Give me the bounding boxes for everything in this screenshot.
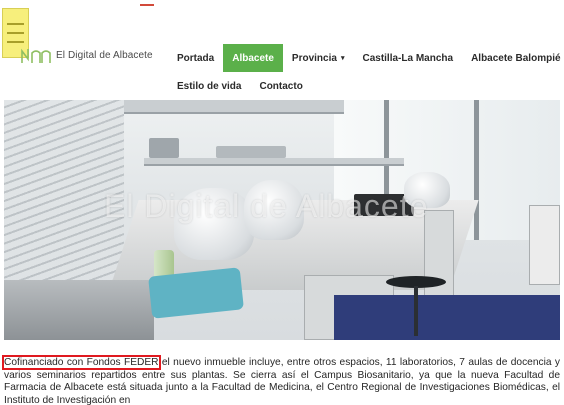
lab-stool-leg (414, 286, 418, 336)
lab-device (216, 146, 286, 158)
lab-floor (334, 295, 560, 340)
nav-item-label: Portada (177, 52, 215, 64)
hamburger-icon-line (7, 41, 24, 43)
image-watermark: El Digital de Albacete (104, 188, 429, 224)
upper-shelf (124, 100, 344, 114)
logo-text: El Digital de Albacete (56, 49, 153, 61)
nav-item-label: Estilo de vida (177, 80, 242, 92)
nav-item-label: Contacto (259, 80, 303, 92)
chevron-down-icon: ▾ (340, 55, 345, 62)
nav-item-estilo-de-vida[interactable]: Estilo de vida (168, 76, 250, 96)
nav-item-albacete-balompie[interactable]: Albacete Balompié (462, 44, 564, 72)
nav-item-albacete[interactable]: Albacete (223, 44, 283, 72)
hamburger-icon-line (7, 23, 24, 25)
article-hero-image: El Digital de Albacete (4, 100, 560, 340)
reagent-shelf (144, 158, 404, 166)
nav-item-portada[interactable]: Portada (168, 44, 223, 72)
lab-cabinet (529, 205, 560, 285)
nav-item-contacto[interactable]: Contacto (250, 76, 311, 96)
site-logo[interactable]: El Digital de Albacete (20, 44, 153, 66)
window-frame (474, 100, 479, 240)
lab-device (149, 138, 179, 158)
nav-item-label: Albacete Balompié (471, 52, 561, 64)
main-nav: Portada Albacete Provincia ▾ Castilla-La Man… (168, 44, 564, 72)
highlighted-phrase: Cofinanciado con Fondos FEDER (2, 355, 161, 370)
logo-icon (21, 48, 51, 63)
nav-item-label: Albacete (232, 52, 274, 64)
logo-accent-bar (140, 4, 154, 6)
nav-item-castilla-la-mancha[interactable]: Castilla-La Mancha (353, 44, 462, 72)
hamburger-icon-line (7, 32, 24, 34)
blue-towel (148, 267, 244, 319)
article-paragraph: Cofinanciado con Fondos FEDER el nuevo i… (2, 355, 560, 405)
nav-item-label: Provincia (291, 52, 337, 64)
nav-item-label: Castilla-La Mancha (362, 52, 454, 64)
nav-item-provincia[interactable]: Provincia ▾ (283, 44, 354, 72)
lab-sink (4, 280, 154, 340)
main-nav-secondary: Estilo de vida Contacto (168, 76, 312, 96)
